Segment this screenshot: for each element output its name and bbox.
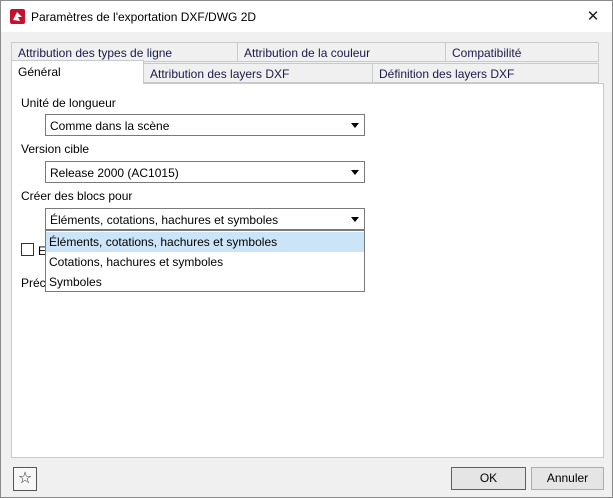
length-unit-value: Comme dans la scène — [50, 119, 170, 133]
tab-general[interactable]: Général — [11, 60, 144, 84]
dropdown-arrow-icon — [351, 123, 359, 128]
export-checkbox[interactable] — [21, 243, 34, 256]
dropdown-option[interactable]: Symboles — [46, 272, 364, 292]
title-bar: Paramètres de l'exportation DXF/DWG 2D ✕ — [1, 1, 612, 32]
tab-label: Compatibilité — [452, 46, 522, 60]
tab-label: Attribution des layers DXF — [150, 67, 290, 81]
dropdown-option[interactable]: Cotations, hachures et symboles — [46, 252, 364, 272]
target-version-value: Release 2000 (AC1015) — [50, 166, 179, 180]
tab-label: Attribution des types de ligne — [18, 46, 173, 60]
tab-compatibility[interactable]: Compatibilité — [445, 42, 599, 62]
create-blocks-dropdown: Éléments, cotations, hachures et symbole… — [45, 230, 365, 292]
target-version-label: Version cible — [21, 142, 90, 156]
cancel-button[interactable]: Annuler — [531, 467, 604, 490]
dropdown-arrow-icon — [351, 217, 359, 222]
app-icon — [10, 9, 25, 24]
tab-label: Définition des layers DXF — [379, 67, 515, 81]
tab-dxf-layer-assignment[interactable]: Attribution des layers DXF — [143, 63, 373, 83]
create-blocks-label: Créer des blocs pour — [21, 189, 133, 203]
option-label: Éléments, cotations, hachures et symbole… — [49, 235, 278, 249]
tab-label: Attribution de la couleur — [244, 46, 371, 60]
tab-label: Général — [18, 65, 61, 79]
tab-dxf-layer-definition[interactable]: Définition des layers DXF — [372, 63, 599, 83]
star-icon: ☆ — [17, 470, 33, 487]
dropdown-arrow-icon — [351, 170, 359, 175]
dialog-window: Paramètres de l'exportation DXF/DWG 2D ✕… — [0, 0, 613, 498]
window-title: Paramètres de l'exportation DXF/DWG 2D — [31, 10, 257, 24]
dropdown-option[interactable]: Éléments, cotations, hachures et symbole… — [46, 232, 364, 252]
close-icon: ✕ — [586, 8, 600, 25]
length-unit-label: Unité de longueur — [21, 96, 116, 110]
target-version-select[interactable]: Release 2000 (AC1015) — [45, 161, 365, 183]
close-button[interactable]: ✕ — [579, 5, 607, 29]
option-label: Cotations, hachures et symboles — [49, 255, 224, 269]
option-label: Symboles — [49, 275, 102, 289]
create-blocks-value: Éléments, cotations, hachures et symbole… — [50, 213, 279, 227]
tab-line-types[interactable]: Attribution des types de ligne — [11, 42, 238, 62]
precision-label: Préc — [21, 276, 46, 290]
ok-button[interactable]: OK — [451, 467, 526, 490]
length-unit-select[interactable]: Comme dans la scène — [45, 114, 365, 136]
tab-color[interactable]: Attribution de la couleur — [237, 42, 446, 62]
create-blocks-select[interactable]: Éléments, cotations, hachures et symbole… — [45, 208, 365, 230]
favorites-button[interactable]: ☆ — [13, 467, 37, 491]
